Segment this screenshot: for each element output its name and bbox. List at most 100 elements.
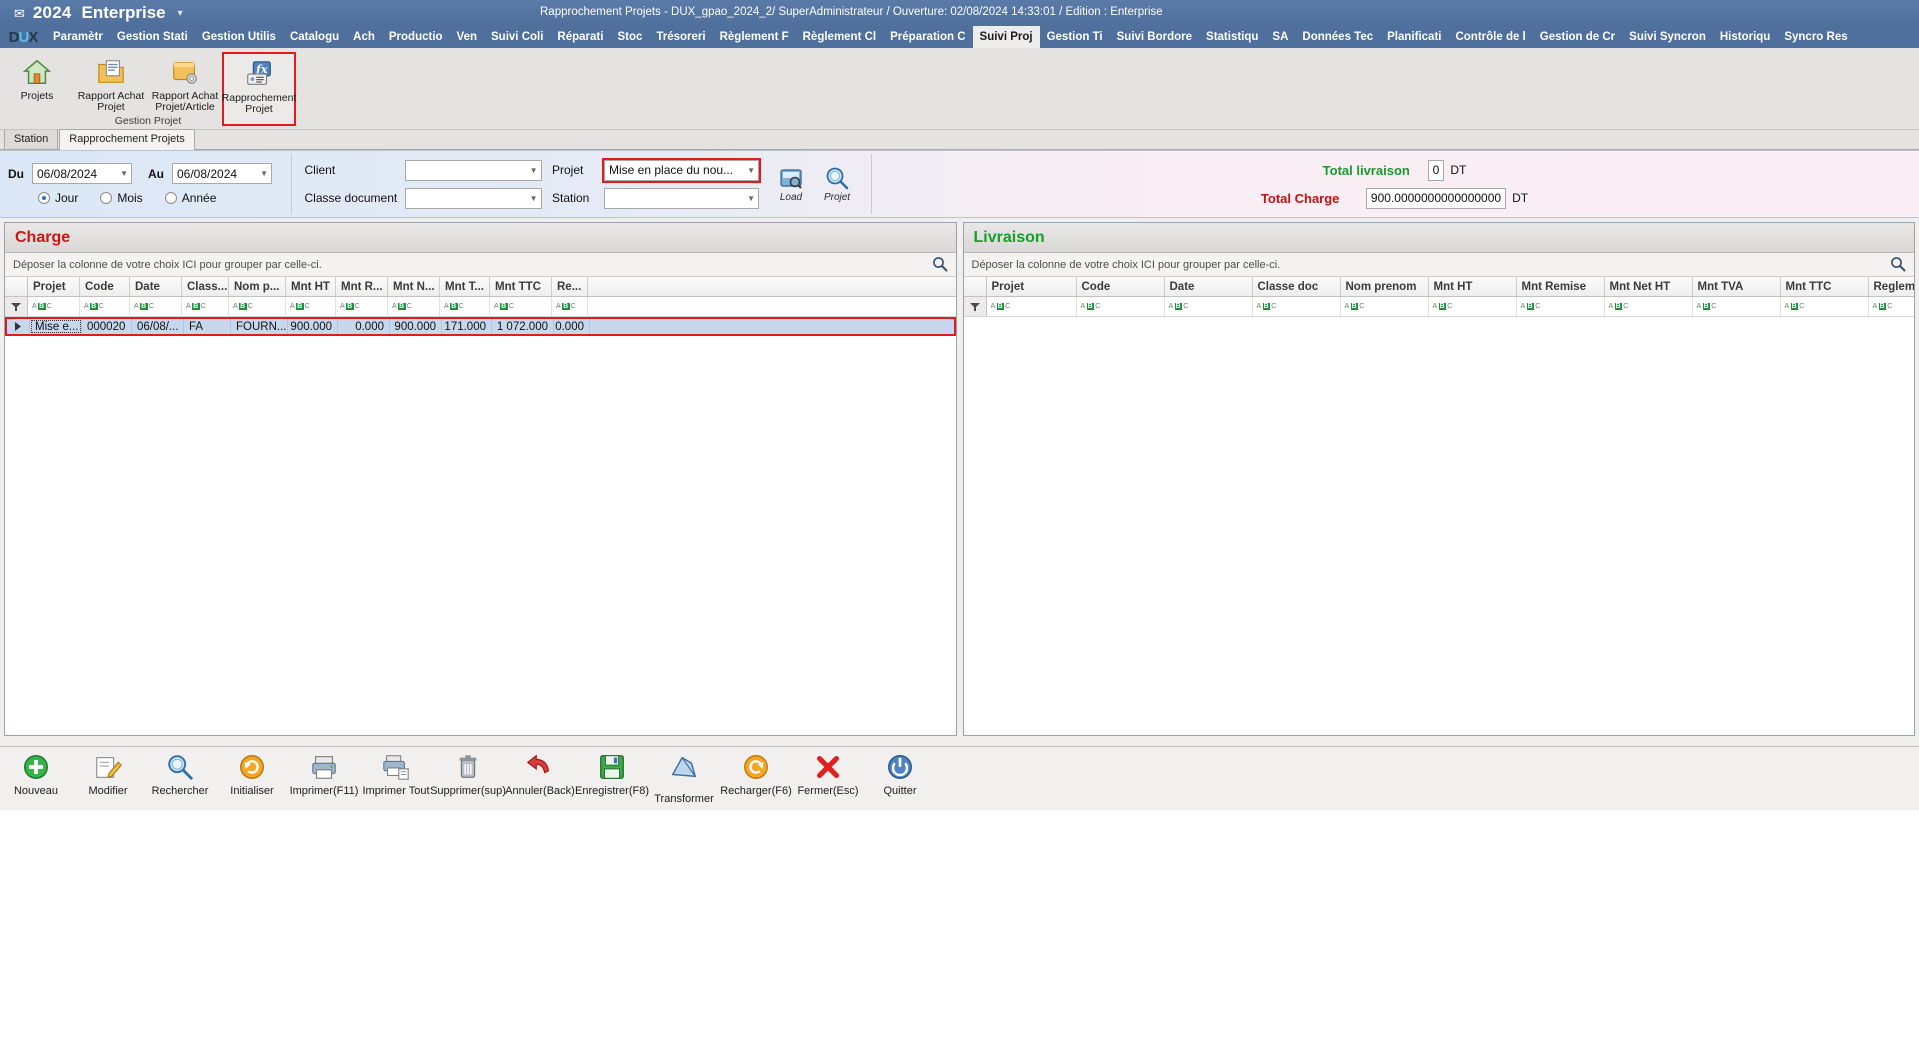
projet-select[interactable]: Mise en place du nou... ▼ [602, 157, 761, 183]
load-button[interactable]: Load [771, 165, 811, 203]
station-select[interactable]: ▼ [604, 187, 759, 209]
total-livraison-input[interactable]: 0 [1427, 159, 1445, 181]
livraison-column-filter-input[interactable]: ABC [1077, 297, 1165, 316]
au-date-input[interactable]: 06/08/2024 ▼ [172, 163, 272, 184]
toolbar-button-nouveau[interactable]: Nouveau [0, 751, 72, 797]
menu-item-historiqu[interactable]: Historiqu [1713, 26, 1777, 48]
charge-column-filter-input[interactable]: ABC [388, 297, 440, 316]
toolbar-button-recharger-f6[interactable]: Recharger(F6) [720, 751, 792, 797]
charge-column-filter-input[interactable]: ABC [336, 297, 388, 316]
menu-item-gestion-stati[interactable]: Gestion Stati [110, 26, 195, 48]
period-radio-mois[interactable]: Mois [100, 191, 143, 205]
livraison-column-header[interactable]: Nom prenom [1341, 277, 1429, 296]
livraison-column-header[interactable]: Reglement [1869, 277, 1915, 296]
livraison-column-header[interactable]: Code [1077, 277, 1165, 296]
table-cell[interactable]: FOURN... [231, 319, 288, 334]
client-select[interactable]: ▼ [404, 159, 542, 181]
menu-item-statistiqu[interactable]: Statistiqu [1199, 26, 1265, 48]
chevron-down-icon[interactable]: ▼ [114, 169, 128, 178]
livraison-column-header[interactable]: Classe doc [1253, 277, 1341, 296]
toolbar-button-fermer-esc[interactable]: Fermer(Esc) [792, 751, 864, 797]
menu-item-suivi-coli[interactable]: Suivi Coli [484, 26, 550, 48]
menu-item-r-glement-f[interactable]: Règlement F [713, 26, 796, 48]
livraison-column-filter-input[interactable]: ABC [987, 297, 1077, 316]
menu-item-r-glement-cl[interactable]: Règlement Cl [796, 26, 884, 48]
toolbar-button-imprimer-tout[interactable]: Imprimer Tout [360, 751, 432, 797]
charge-column-header[interactable]: Nom p... [229, 277, 286, 296]
document-tab-rapprochement-projets[interactable]: Rapprochement Projets [59, 129, 195, 150]
charge-column-filter-input[interactable]: ABC [286, 297, 336, 316]
chevron-down-icon[interactable]: ▼ [524, 166, 538, 175]
menu-item-productio[interactable]: Productio [382, 26, 450, 48]
menu-item-suivi-syncron[interactable]: Suivi Syncron [1622, 26, 1713, 48]
livraison-group-area[interactable]: Déposer la colonne de votre choix ICI po… [963, 253, 1914, 277]
menu-item-sa[interactable]: SA [1265, 26, 1295, 48]
charge-column-header[interactable]: Mnt T... [440, 277, 490, 296]
toolbar-button-quitter[interactable]: Quitter [864, 751, 936, 797]
menu-item-planificati[interactable]: Planificati [1380, 26, 1448, 48]
livraison-column-header[interactable]: Date [1165, 277, 1253, 296]
livraison-column-header[interactable]: Mnt Remise [1517, 277, 1605, 296]
filter-toggle-icon[interactable] [963, 297, 987, 316]
livraison-column-header[interactable]: Mnt TTC [1781, 277, 1869, 296]
charge-column-header[interactable]: Mnt HT [286, 277, 336, 296]
toolbar-button-supprimer-sup[interactable]: Supprimer(sup) [430, 751, 506, 797]
chevron-down-icon[interactable]: ▾ [178, 8, 183, 19]
toolbar-button-imprimer-f11[interactable]: Imprimer(F11) [288, 751, 360, 797]
menu-item-ach[interactable]: Ach [346, 26, 382, 48]
livraison-column-filter-input[interactable]: ABC [1165, 297, 1253, 316]
chevron-down-icon[interactable]: ▼ [254, 169, 268, 178]
classe-document-select[interactable]: ▼ [404, 187, 542, 209]
du-date-input[interactable]: 06/08/2024 ▼ [32, 163, 132, 184]
total-charge-input[interactable]: 900.0000000000000000 [1365, 187, 1507, 209]
toolbar-button-annuler-back[interactable]: Annuler(Back) [504, 751, 576, 797]
toolbar-button-transformer[interactable]: Transformer [648, 751, 720, 805]
livraison-filter-row[interactable]: ABC ABC ABC ABC ABC ABC ABC ABC ABC ABC ABC [963, 297, 1915, 317]
livraison-column-header[interactable]: Mnt HT [1429, 277, 1517, 296]
menu-item-gestion-utilis[interactable]: Gestion Utilis [195, 26, 283, 48]
charge-column-header[interactable]: Projet [28, 277, 80, 296]
toolbar-button-initialiser[interactable]: Initialiser [216, 751, 288, 797]
charge-column-filter-input[interactable]: ABC [490, 297, 552, 316]
table-cell[interactable]: 0.000 [338, 319, 390, 334]
projet-search-button[interactable]: Projet [817, 165, 857, 203]
menu-item-stoc[interactable]: Stoc [610, 26, 649, 48]
charge-column-header[interactable]: Mnt N... [388, 277, 440, 296]
menu-item-gestion-ti[interactable]: Gestion Ti [1040, 26, 1110, 48]
table-cell[interactable]: 06/08/... [132, 319, 184, 334]
livraison-column-filter-input[interactable]: ABC [1429, 297, 1517, 316]
charge-column-header[interactable]: Mnt R... [336, 277, 388, 296]
menu-item-gestion-de-cr[interactable]: Gestion de Cr [1533, 26, 1622, 48]
charge-column-filter-input[interactable]: ABC [130, 297, 182, 316]
livraison-column-filter-input[interactable]: ABC [1693, 297, 1781, 316]
charge-filter-row[interactable]: ABC ABC ABC ABC ABC ABC ABC ABC ABC ABC ABC [5, 297, 956, 317]
table-cell[interactable]: 1 072.000 [492, 319, 554, 334]
menu-item-donn-es-tec[interactable]: Données Tec [1295, 26, 1380, 48]
ribbon-button-rapport-achat-projet-article[interactable]: Rapport Achat Projet/Article [148, 52, 222, 113]
charge-column-header[interactable]: Re... [552, 277, 588, 296]
livraison-column-filter-input[interactable]: ABC [1605, 297, 1693, 316]
charge-column-header[interactable]: Class... [182, 277, 229, 296]
table-cell[interactable]: 0.000 [554, 319, 590, 334]
charge-column-filter-input[interactable]: ABC [229, 297, 286, 316]
chevron-down-icon[interactable]: ▼ [741, 166, 755, 175]
livraison-column-filter-input[interactable]: ABC [1253, 297, 1341, 316]
menu-item-pr-paration-c[interactable]: Préparation C [883, 26, 972, 48]
livraison-column-filter-input[interactable]: ABC [1781, 297, 1869, 316]
period-radio-ann-e[interactable]: Année [164, 191, 216, 205]
menu-item-tr-soreri[interactable]: Trésoreri [649, 26, 712, 48]
livraison-column-filter-input[interactable]: ABC [1869, 297, 1915, 316]
chevron-down-icon[interactable]: ▼ [524, 194, 538, 203]
menu-item-suivi-proj[interactable]: Suivi Proj [972, 26, 1040, 48]
search-icon[interactable] [932, 256, 948, 275]
charge-column-header[interactable]: Mnt TTC [490, 277, 552, 296]
charge-column-header[interactable]: Date [130, 277, 182, 296]
charge-column-filter-input[interactable]: ABC [440, 297, 490, 316]
ribbon-button-rapport-achat-projet[interactable]: Rapport Achat Projet [74, 52, 148, 113]
toolbar-button-enregistrer-f8[interactable]: Enregistrer(F8) [575, 751, 649, 797]
table-cell[interactable]: 900.000 [288, 319, 338, 334]
menu-item-r-parati[interactable]: Réparati [550, 26, 610, 48]
table-cell[interactable]: 171.000 [442, 319, 492, 334]
period-radio-jour[interactable]: Jour [38, 191, 78, 205]
table-cell[interactable]: 000020 [82, 319, 132, 334]
